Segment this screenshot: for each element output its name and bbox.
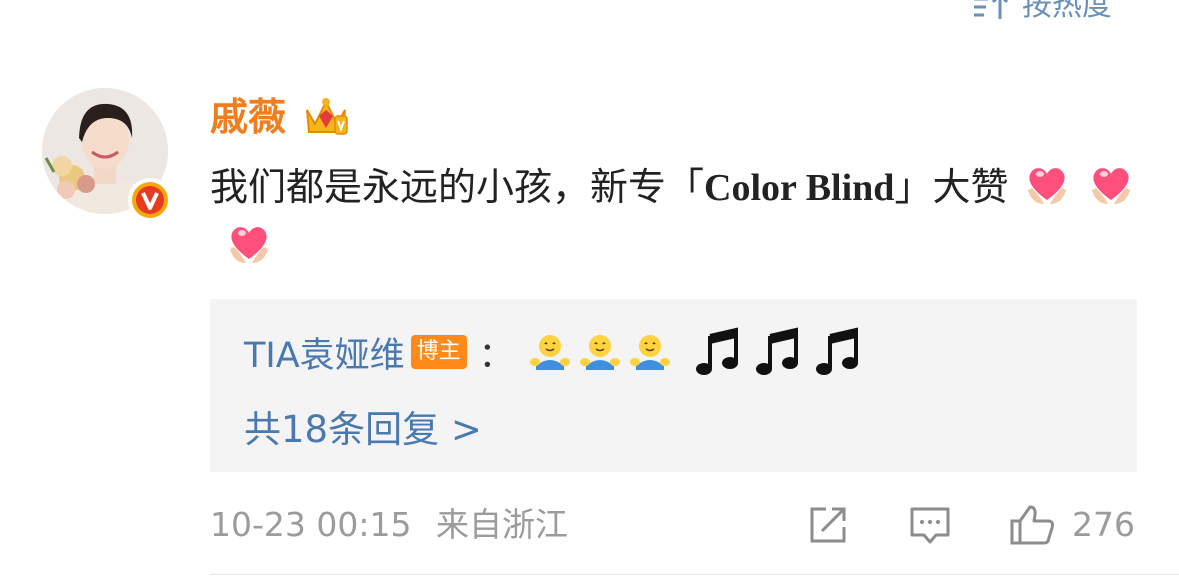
divider bbox=[210, 574, 1179, 575]
music-note-emoji bbox=[755, 327, 798, 375]
reply-colon: ： bbox=[478, 335, 514, 376]
album-title: Color Blind bbox=[704, 167, 895, 209]
like-count: 276 bbox=[1072, 505, 1135, 544]
sort-by-hot-button[interactable]: 按热度 bbox=[972, 0, 1112, 26]
reply-preview-box[interactable]: TIA袁娅维 博主 ： 共18条回复 > bbox=[210, 299, 1137, 472]
comment-text: 我们都是永远的小孩，新专「Color Blind」大赞 bbox=[210, 158, 1140, 275]
view-all-replies-link[interactable]: 共18条回复 > bbox=[244, 399, 482, 453]
vip-crown-icon bbox=[306, 98, 348, 135]
comment-text-part2: 」大赞 bbox=[894, 165, 1009, 209]
author-name[interactable]: 戚薇 bbox=[210, 94, 286, 140]
share-icon[interactable] bbox=[806, 503, 850, 547]
verified-v-icon bbox=[132, 182, 168, 218]
reply-preview: TIA袁娅维 博主 ： bbox=[244, 327, 864, 377]
like-icon[interactable] bbox=[1008, 503, 1058, 547]
heart-hands-emoji bbox=[230, 227, 268, 263]
sort-label: 按热度 bbox=[1022, 0, 1112, 23]
heart-hands-emoji bbox=[1028, 168, 1067, 204]
verified-v-badge bbox=[128, 178, 172, 222]
comment-meta: 10-23 00:15 来自浙江 bbox=[210, 503, 568, 547]
sort-icon bbox=[974, 0, 1009, 19]
comment-icon[interactable] bbox=[908, 503, 952, 547]
comment-text-part1: 我们都是永远的小孩，新专「 bbox=[210, 165, 705, 209]
music-note-emoji bbox=[695, 327, 738, 375]
music-note-emoji bbox=[815, 327, 858, 375]
hug-emoji bbox=[629, 335, 670, 370]
comment-page: 按热度 戚薇 我们都是永远的小孩，新专「Color Blind」大赞 TIA袁娅… bbox=[0, 0, 1179, 579]
hug-emoji bbox=[529, 335, 570, 370]
comment-location: 来自浙江 bbox=[435, 505, 568, 544]
blogger-badge: 博主 bbox=[410, 335, 467, 369]
reply-author-name[interactable]: TIA袁娅维 bbox=[244, 327, 405, 378]
comment-date: 10-23 00:15 bbox=[210, 505, 412, 544]
hug-emoji bbox=[579, 335, 620, 370]
heart-hands-emoji bbox=[1092, 168, 1131, 204]
